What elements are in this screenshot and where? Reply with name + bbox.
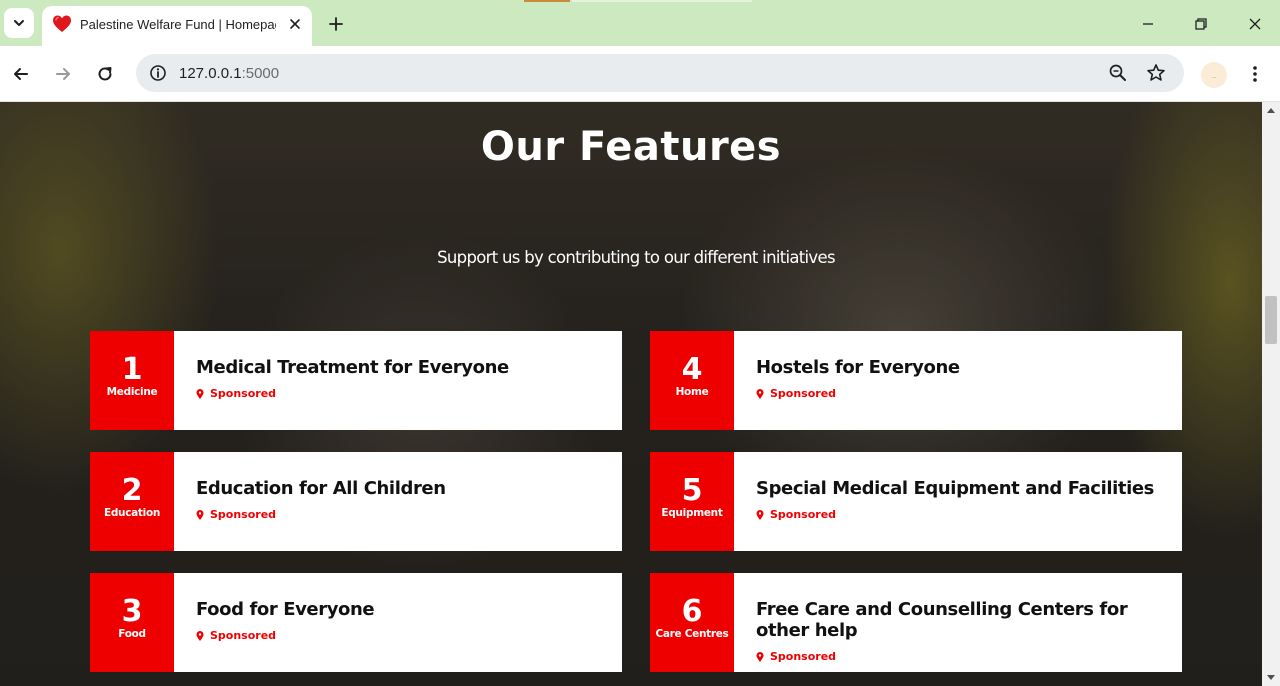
- feature-number: 2: [121, 473, 143, 508]
- tab-search-button[interactable]: [4, 8, 34, 38]
- feature-title[interactable]: Education for All Children: [196, 478, 606, 499]
- restore-button[interactable]: [1187, 10, 1215, 38]
- scroll-up-button[interactable]: [1262, 102, 1280, 118]
- minimize-icon: [1143, 23, 1153, 25]
- feature-tag-label: Sponsored: [770, 387, 837, 400]
- features-section: Our Features Support us by contributing …: [0, 102, 1262, 686]
- map-pin-icon: [756, 388, 764, 399]
- tabstrip-accent-bar: [524, 0, 570, 2]
- feature-category: Medicine: [106, 386, 158, 398]
- url-port: :5000: [241, 65, 280, 82]
- kebab-menu-icon: [1253, 66, 1257, 82]
- zoom-icon: [1109, 64, 1126, 81]
- browser-tabstrip: Palestine Welfare Fund | Homepage: [0, 0, 1280, 46]
- chevron-down-icon: [14, 20, 24, 26]
- feature-category: Food: [118, 628, 146, 640]
- map-pin-icon: [756, 509, 764, 520]
- feature-title[interactable]: Special Medical Equipment and Facilities: [756, 478, 1166, 499]
- map-pin-icon: [196, 388, 204, 399]
- close-icon: [1249, 18, 1261, 30]
- feature-tag-label: Sponsored: [210, 508, 277, 521]
- feature-card-food[interactable]: 3 Food Food for Everyone Sponsored: [90, 573, 622, 672]
- map-pin-icon: [756, 651, 764, 662]
- feature-tag: Sponsored: [196, 508, 276, 521]
- feature-number-badge: 6 Care Centres: [650, 573, 734, 672]
- feature-tag: Sponsored: [756, 387, 836, 400]
- feature-title[interactable]: Medical Treatment for Everyone: [196, 357, 606, 378]
- plus-icon: [329, 17, 343, 31]
- feature-title[interactable]: Free Care and Counselling Centers for ot…: [756, 599, 1166, 641]
- url-text: 127.0.0.1:5000: [179, 65, 279, 82]
- close-tab-button[interactable]: [286, 15, 304, 33]
- feature-number-badge: 5 Equipment: [650, 452, 734, 551]
- bookmark-button[interactable]: [1143, 60, 1169, 86]
- feature-card-care-centres[interactable]: 6 Care Centres Free Care and Counselling…: [650, 573, 1182, 672]
- feature-title[interactable]: Food for Everyone: [196, 599, 606, 620]
- info-icon: [150, 65, 166, 81]
- feature-tag-label: Sponsored: [770, 508, 837, 521]
- reload-icon: [98, 67, 112, 81]
- feature-number: 1: [121, 352, 143, 387]
- section-subtitle: Support us by contributing to our differ…: [437, 248, 835, 267]
- map-pin-icon: [196, 630, 204, 641]
- feature-category: Care Centres: [655, 628, 729, 640]
- minimize-button[interactable]: [1134, 10, 1162, 38]
- page-scrollbar[interactable]: [1262, 102, 1280, 686]
- feature-number-badge: 3 Food: [90, 573, 174, 672]
- browser-menu-button[interactable]: [1244, 60, 1266, 88]
- scrollbar-thumb[interactable]: [1265, 296, 1277, 344]
- feature-number: 3: [121, 594, 143, 629]
- feature-tag: Sponsored: [196, 629, 276, 642]
- arrow-right-icon: [56, 68, 70, 80]
- tabstrip-accent-bar-light: [572, 0, 752, 2]
- heart-icon: [53, 15, 71, 32]
- reload-button[interactable]: [91, 60, 119, 88]
- feature-number-badge: 4 Home: [650, 331, 734, 430]
- feature-title[interactable]: Hostels for Everyone: [756, 357, 1166, 378]
- feature-number-badge: 2 Education: [90, 452, 174, 551]
- tab-title: Palestine Welfare Fund | Homepage: [80, 17, 276, 32]
- profile-avatar[interactable]: ..: [1201, 62, 1227, 88]
- feature-number: 4: [681, 352, 703, 387]
- feature-category: Equipment: [661, 507, 723, 519]
- browser-tab-active[interactable]: Palestine Welfare Fund | Homepage: [42, 6, 312, 46]
- feature-tag-label: Sponsored: [210, 387, 277, 400]
- feature-card-equipment[interactable]: 5 Equipment Special Medical Equipment an…: [650, 452, 1182, 551]
- feature-tag-label: Sponsored: [770, 650, 837, 663]
- back-button[interactable]: [7, 60, 35, 88]
- browser-toolbar: 127.0.0.1:5000 ..: [0, 46, 1280, 102]
- triangle-down-icon: [1267, 675, 1275, 680]
- star-icon: [1147, 64, 1165, 81]
- feature-card-medicine[interactable]: 1 Medicine Medical Treatment for Everyon…: [90, 331, 622, 430]
- feature-number: 5: [681, 473, 703, 508]
- feature-category: Home: [675, 386, 709, 398]
- close-window-button[interactable]: [1241, 10, 1269, 38]
- section-title: Our Features: [480, 124, 782, 170]
- triangle-up-icon: [1267, 108, 1275, 113]
- feature-tag: Sponsored: [756, 650, 836, 663]
- address-bar[interactable]: 127.0.0.1:5000: [136, 54, 1184, 92]
- close-icon: [290, 19, 300, 29]
- scroll-down-button[interactable]: [1262, 670, 1280, 686]
- url-host: 127.0.0.1: [179, 65, 242, 82]
- feature-tag-label: Sponsored: [210, 629, 277, 642]
- feature-card-education[interactable]: 2 Education Education for All Children S…: [90, 452, 622, 551]
- feature-tag: Sponsored: [756, 508, 836, 521]
- forward-button[interactable]: [49, 60, 77, 88]
- new-tab-button[interactable]: [324, 12, 348, 36]
- arrow-left-icon: [14, 68, 28, 80]
- site-info-button[interactable]: [144, 59, 172, 87]
- feature-card-home[interactable]: 4 Home Hostels for Everyone Sponsored: [650, 331, 1182, 430]
- restore-icon: [1195, 18, 1207, 30]
- feature-category: Education: [103, 507, 161, 519]
- zoom-button[interactable]: [1105, 60, 1131, 86]
- feature-number: 6: [681, 594, 703, 629]
- feature-number-badge: 1 Medicine: [90, 331, 174, 430]
- map-pin-icon: [196, 509, 204, 520]
- feature-tag: Sponsored: [196, 387, 276, 400]
